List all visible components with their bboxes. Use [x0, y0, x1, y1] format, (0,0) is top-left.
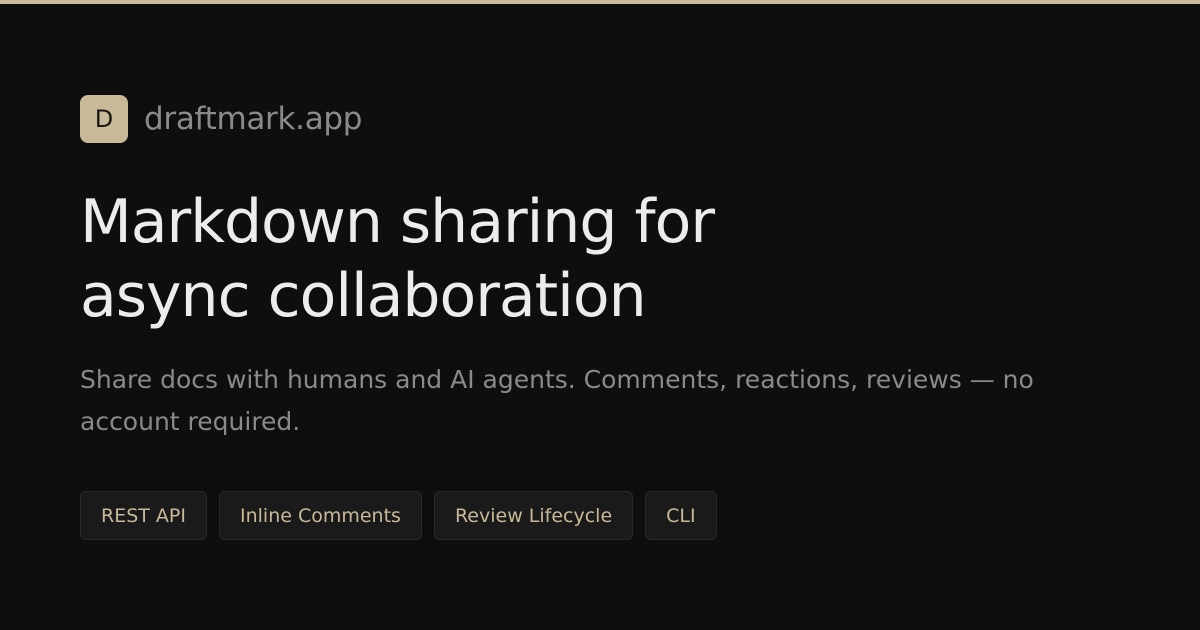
headline-line-2: async collaboration	[80, 261, 647, 331]
tag-rest-api: REST API	[80, 491, 207, 540]
brand-name: draftmark.app	[144, 101, 363, 137]
headline-line-1: Markdown sharing for	[80, 187, 715, 257]
hero-card: D draftmark.app Markdown sharing for asy…	[80, 95, 1140, 540]
feature-tags: REST API Inline Comments Review Lifecycl…	[80, 491, 1140, 540]
headline: Markdown sharing for async collaboration	[80, 185, 840, 333]
subtitle: Share docs with humans and AI agents. Co…	[80, 365, 1034, 436]
tag-review-lifecycle: Review Lifecycle	[433, 491, 634, 540]
top-accent-bar	[0, 0, 1200, 4]
brand-logo-icon: D	[80, 95, 128, 143]
tag-cli: CLI	[645, 491, 717, 540]
tag-inline-comments: Inline Comments	[218, 491, 422, 540]
brand: D draftmark.app	[80, 95, 1140, 143]
